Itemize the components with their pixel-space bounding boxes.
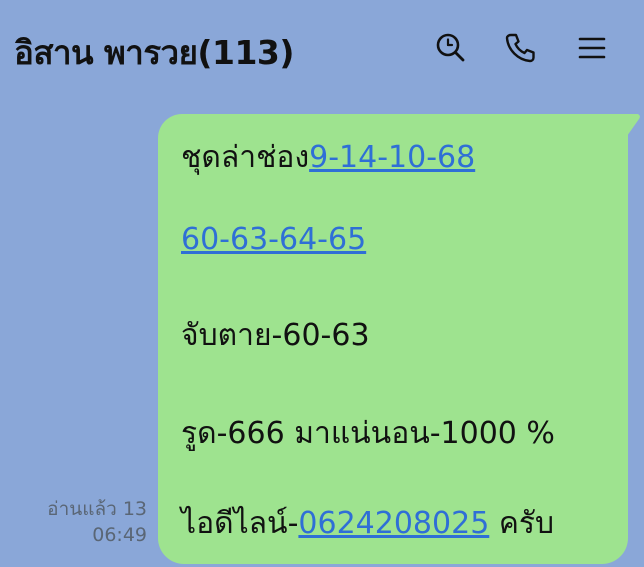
message-line-2: 60-63-64-65	[181, 222, 366, 257]
phone-icon[interactable]	[500, 28, 540, 68]
chat-header: อิสาน พารวย(113)	[0, 0, 644, 100]
read-status: อ่านแล้ว 13	[47, 498, 147, 520]
message-text: ไอดีไลน์-	[181, 506, 299, 541]
number-link[interactable]: 60-63-64-65	[181, 222, 366, 257]
message-time: 06:49	[92, 524, 147, 546]
message-line-3: จับตาย-60-63	[181, 318, 370, 353]
menu-icon[interactable]	[572, 28, 612, 68]
line-id-link[interactable]: 0624208025	[298, 506, 489, 541]
message-line-5: ไอดีไลน์-0624208025 ครับ	[181, 500, 554, 547]
message-text: ชุดล่าช่อง	[181, 140, 310, 175]
message-text: ครับ	[489, 506, 555, 541]
message-line-1: ชุดล่าช่อง9-14-10-68	[181, 134, 475, 181]
number-link[interactable]: 9-14-10-68	[309, 140, 475, 175]
message-line-4: รูด-666 มาแน่นอน-1000 %	[181, 416, 555, 451]
chat-title: อิสาน พารวย(113)	[14, 33, 294, 72]
search-icon[interactable]	[430, 28, 470, 68]
